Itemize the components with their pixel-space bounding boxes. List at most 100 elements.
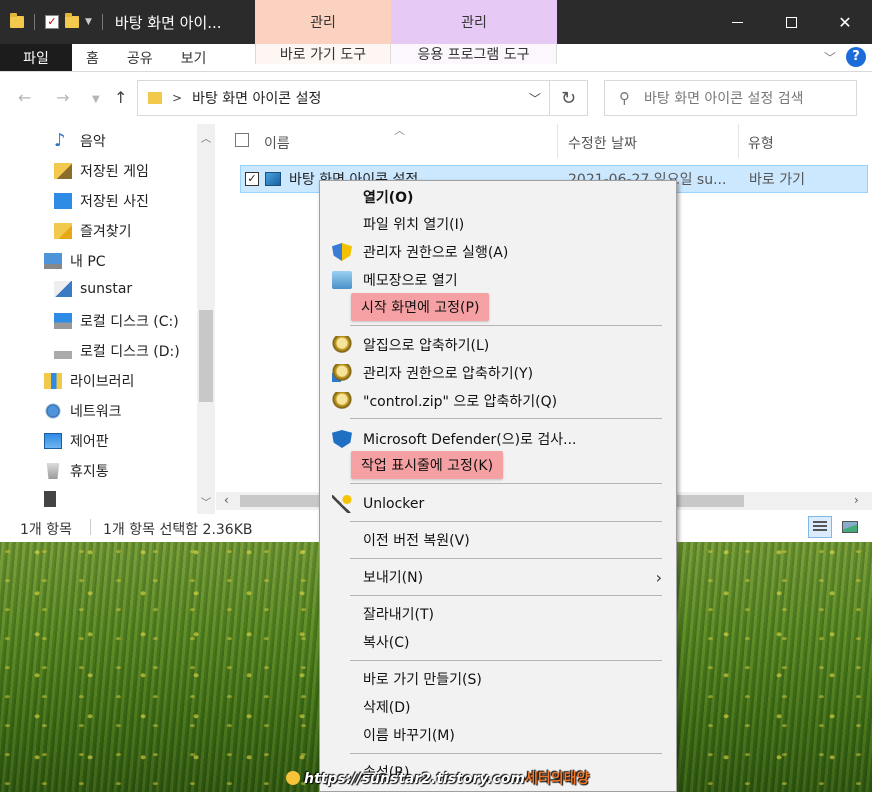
menu-item-label: 열기(O) [363,190,414,206]
smiley-icon [286,771,300,785]
tab-share[interactable]: 공유 [113,44,167,71]
menu-item-label: 관리자 권한으로 실행(A) [363,245,509,261]
nav-vertical-scrollbar[interactable]: ︿ ﹀ [197,124,215,514]
scroll-up-icon[interactable]: ︿ [201,130,211,145]
new-folder-icon[interactable] [65,13,79,28]
nav-item-label: 휴지통 [70,464,109,480]
menu-item-open-with-notepad[interactable]: 메모장으로 열기 [320,267,676,293]
recent-locations-icon[interactable]: ▼ [92,94,100,105]
nav-item-label: 로컬 디스크 (D:) [80,344,180,360]
menu-item-delete[interactable]: 삭제(D) [320,694,676,720]
address-path[interactable]: 바탕 화면 아이콘 설정 [192,88,321,108]
nav-item-recycle-bin[interactable]: 휴지통 [44,461,109,481]
tab-app-tools[interactable]: 응용 프로그램 도구 [391,44,557,64]
address-dropdown-icon[interactable]: ﹀ [529,90,541,107]
menu-item-unlocker[interactable]: Unlocker [320,491,676,517]
menu-item-label: 보내기(N) [363,570,424,586]
help-icon[interactable]: ? [846,47,866,67]
scrollbar-thumb[interactable] [199,310,213,402]
menu-item-pin-to-start[interactable]: 시작 화면에 고정(P) [320,293,676,321]
menu-item-label: 시작 화면에 고정(P) [351,293,490,321]
menu-item-run-as-admin[interactable]: 관리자 권한으로 실행(A) [320,239,676,265]
details-view-button[interactable] [808,516,832,538]
menu-item-create-shortcut[interactable]: 바로 가기 만들기(S) [320,666,676,692]
menu-separator [350,595,662,596]
scroll-down-icon[interactable]: ﹀ [201,494,211,509]
status-divider [90,519,91,535]
nav-item-sunstar[interactable]: sunstar [54,281,132,297]
close-button[interactable]: ✕ [818,0,872,44]
menu-item-rename[interactable]: 이름 바꾸기(M) [320,722,676,748]
menu-item-send-to[interactable]: 보내기(N) › [320,564,676,590]
title-bar: ✓ ▼ 바탕 화면 아이... 관리 관리 ✕ [0,0,872,44]
maximize-button[interactable] [764,0,818,44]
nav-item-partial[interactable] [44,491,64,507]
customize-toolbar-icon[interactable]: ▼ [85,17,92,27]
user-folder-icon [54,281,72,297]
nav-item-control-panel[interactable]: 제어판 [44,431,109,451]
nav-item-saved-games[interactable]: 저장된 게임 [54,161,149,181]
quick-access-toolbar: ✓ ▼ [0,0,107,44]
submenu-arrow-icon: › [655,567,662,587]
forward-arrow-icon[interactable]: → [56,88,69,107]
address-bar[interactable]: > 바탕 화면 아이콘 설정 ﹀ [137,80,550,116]
breadcrumb-chevron-icon[interactable]: > [172,91,182,105]
search-icon: ⚲ [619,89,630,107]
menu-item-cut[interactable]: 잘라내기(T) [320,601,676,627]
nav-item-drive-c[interactable]: 로컬 디스크 (C:) [54,311,179,331]
menu-item-restore-previous-versions[interactable]: 이전 버전 복원(V) [320,527,676,553]
app-context-tab[interactable]: 관리 [391,0,557,44]
tab-file[interactable]: 파일 [0,44,72,71]
nav-item-saved-pictures[interactable]: 저장된 사진 [54,191,149,211]
nav-item-label: 음악 [80,134,106,150]
nav-item-this-pc[interactable]: 내 PC [44,251,106,271]
menu-item-label: 관리자 권한으로 압축하기(Y) [363,366,534,382]
nav-item-music[interactable]: ♪ 음악 [54,131,106,151]
select-all-checkbox[interactable] [235,133,249,147]
watermark-brand: 세터의태양 [524,771,590,787]
navigation-pane: ♪ 음악 저장된 게임 저장된 사진 즐겨찾기 내 PC sunstar 로컬 … [0,124,215,514]
menu-item-label: 복사(C) [363,635,410,651]
column-header-type[interactable]: 유형 [748,133,774,153]
search-placeholder: 바탕 화면 아이콘 설정 검색 [644,91,804,107]
properties-icon[interactable]: ✓ [45,15,59,29]
column-header-date[interactable]: 수정한 날짜 [568,133,637,153]
nav-item-favorites[interactable]: 즐겨찾기 [54,221,132,241]
back-arrow-icon[interactable]: ← [18,88,31,107]
up-arrow-icon[interactable]: ↑ [114,88,127,107]
music-icon: ♪ [54,130,66,151]
menu-item-compress-to-zip[interactable]: "control.zip" 으로 압축하기(Q) [320,388,676,414]
expand-ribbon-icon[interactable]: ﹀ [824,49,836,66]
column-divider[interactable] [557,124,558,158]
scroll-left-icon[interactable]: ‹ [224,493,229,507]
shortcut-context-tab[interactable]: 관리 [255,0,391,44]
menu-item-alzip-admin-compress[interactable]: 관리자 권한으로 압축하기(Y) [320,360,676,386]
row-checkbox[interactable]: ✓ [245,172,259,186]
menu-item-label: Unlocker [363,496,425,512]
computer-tower-icon [44,491,56,507]
menu-item-open[interactable]: 열기(O) [320,184,676,210]
column-header-name[interactable]: 이름 [264,133,290,153]
scroll-right-icon[interactable]: › [854,493,859,507]
nav-item-network[interactable]: 네트워크 [44,401,122,421]
refresh-button[interactable]: ↻ [550,80,588,116]
menu-item-copy[interactable]: 복사(C) [320,629,676,655]
menu-item-defender-scan[interactable]: Microsoft Defender(으)로 검사... [320,426,676,452]
nav-item-drive-d[interactable]: 로컬 디스크 (D:) [54,341,180,361]
minimize-button[interactable] [710,0,764,44]
menu-item-label: 알집으로 압축하기(L) [363,338,490,354]
tab-shortcut-tools[interactable]: 바로 가기 도구 [255,44,391,64]
menu-item-open-file-location[interactable]: 파일 위치 열기(I) [320,211,676,237]
large-icons-view-icon [842,521,858,533]
tab-view[interactable]: 보기 [167,44,221,71]
menu-item-label: 작업 표시줄에 고정(K) [351,451,504,479]
large-icons-view-button[interactable] [838,516,862,538]
nav-item-libraries[interactable]: 라이브러리 [44,371,134,391]
tab-home[interactable]: 홈 [72,44,113,71]
menu-item-pin-to-taskbar[interactable]: 작업 표시줄에 고정(K) [320,451,676,479]
column-divider[interactable] [738,124,739,158]
search-input[interactable]: ⚲ 바탕 화면 아이콘 설정 검색 [604,80,857,116]
menu-item-alzip-compress[interactable]: 알집으로 압축하기(L) [320,332,676,358]
menu-item-label: 메모장으로 열기 [363,273,458,289]
menu-item-label: 잘라내기(T) [363,607,434,623]
